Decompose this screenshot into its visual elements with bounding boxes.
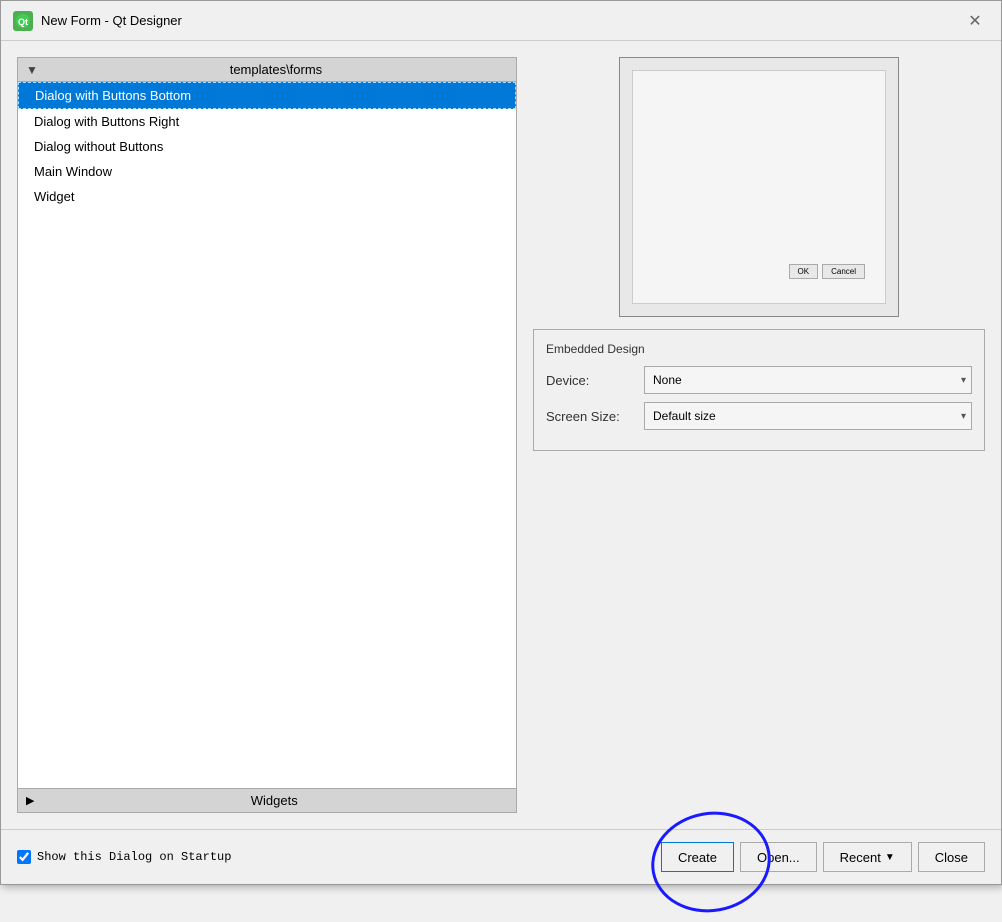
create-button[interactable]: Create: [661, 842, 734, 872]
widgets-section-header[interactable]: ▶ Widgets: [18, 788, 516, 812]
recent-button[interactable]: Recent ▼: [823, 842, 912, 872]
preview-area: OK Cancel: [619, 57, 899, 317]
embedded-design-section: Embedded Design Device: None ▾ Screen Si…: [533, 329, 985, 451]
tree-item-widget[interactable]: Widget: [18, 184, 516, 209]
device-label: Device:: [546, 373, 636, 388]
title-bar-left: Qt New Form - Qt Designer: [13, 11, 182, 31]
right-panel: OK Cancel Embedded Design Device: None ▾: [533, 57, 985, 813]
tree-items-container: Dialog with Buttons Bottom Dialog with B…: [18, 82, 516, 788]
widgets-section-arrow: ▶: [26, 794, 34, 807]
screen-size-select-wrapper: Default size ▾: [644, 402, 972, 430]
svg-text:Qt: Qt: [18, 17, 28, 27]
close-dialog-button[interactable]: Close: [918, 842, 985, 872]
tree-item-main-window[interactable]: Main Window: [18, 159, 516, 184]
main-window: Qt New Form - Qt Designer ✕ ▼ templates\…: [0, 0, 1002, 885]
tree-header-label: templates\forms: [44, 62, 508, 77]
embedded-design-title: Embedded Design: [546, 342, 972, 356]
show-dialog-checkbox-label[interactable]: Show this Dialog on Startup: [17, 850, 231, 864]
main-content: ▼ templates\forms Dialog with Buttons Bo…: [1, 41, 1001, 829]
recent-label: Recent: [840, 850, 881, 865]
bottom-bar: Show this Dialog on Startup Create Open.…: [1, 829, 1001, 884]
bottom-buttons: Create Open... Recent ▼ Close: [661, 842, 985, 872]
screen-size-select[interactable]: Default size: [644, 402, 972, 430]
screen-size-row: Screen Size: Default size ▾: [546, 402, 972, 430]
tree-collapse-arrow: ▼: [26, 63, 38, 77]
window-title: New Form - Qt Designer: [41, 13, 182, 28]
widgets-section-label: Widgets: [40, 793, 508, 808]
preview-cancel-btn: Cancel: [822, 264, 865, 279]
recent-dropdown-arrow: ▼: [885, 852, 895, 863]
template-tree: ▼ templates\forms Dialog with Buttons Bo…: [17, 57, 517, 813]
preview-ok-btn: OK: [789, 264, 819, 279]
device-select-wrapper: None ▾: [644, 366, 972, 394]
title-bar: Qt New Form - Qt Designer ✕: [1, 1, 1001, 41]
preview-buttons: OK Cancel: [789, 264, 865, 279]
device-select[interactable]: None: [644, 366, 972, 394]
screen-size-label: Screen Size:: [546, 409, 636, 424]
close-window-button[interactable]: ✕: [961, 7, 989, 35]
show-dialog-label: Show this Dialog on Startup: [37, 850, 231, 864]
open-button[interactable]: Open...: [740, 842, 817, 872]
tree-item-dialog-without-buttons[interactable]: Dialog without Buttons: [18, 134, 516, 159]
app-icon: Qt: [13, 11, 33, 31]
tree-header[interactable]: ▼ templates\forms: [18, 58, 516, 82]
tree-item-dialog-buttons-bottom[interactable]: Dialog with Buttons Bottom: [18, 82, 516, 109]
show-dialog-checkbox[interactable]: [17, 850, 31, 864]
tree-item-dialog-buttons-right[interactable]: Dialog with Buttons Right: [18, 109, 516, 134]
create-button-wrapper: Create: [661, 842, 734, 872]
preview-inner: OK Cancel: [632, 70, 886, 304]
device-row: Device: None ▾: [546, 366, 972, 394]
